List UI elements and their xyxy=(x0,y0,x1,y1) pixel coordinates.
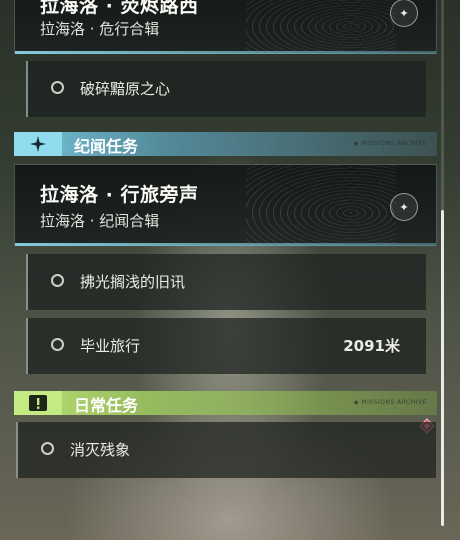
objective-circle-icon xyxy=(51,274,64,287)
exclamation-icon xyxy=(14,391,62,415)
compass-icon[interactable]: ✦ xyxy=(390,0,418,27)
card-accent-line xyxy=(15,243,436,246)
objective-distance: 2091米 xyxy=(343,337,400,355)
topographic-pattern xyxy=(246,165,396,245)
category-label: 纪闻任务 xyxy=(74,137,139,156)
objective-row[interactable]: 破碎黯原之心 xyxy=(26,61,426,117)
category-banner-lore: 纪闻任务 ◆ MISSIONS ARCHIVE xyxy=(14,132,437,156)
objective-label: 破碎黯原之心 xyxy=(80,80,171,98)
objective-row[interactable]: 消灭残象 xyxy=(16,422,436,478)
quest-title: 拉海洛 · 行旅旁声 xyxy=(40,184,199,206)
topographic-pattern xyxy=(246,0,396,53)
category-tag: ◆ MISSIONS ARCHIVE xyxy=(353,140,427,147)
quest-subtitle: 拉海洛 · 纪闻合辑 xyxy=(40,212,160,230)
objective-circle-icon xyxy=(51,338,64,351)
objective-label: 消灭残象 xyxy=(70,441,131,459)
compass-icon[interactable]: ✦ xyxy=(390,193,418,221)
card-accent-line xyxy=(15,51,436,54)
objective-circle-icon xyxy=(41,442,54,455)
category-tag: ◆ MISSIONS ARCHIVE xyxy=(353,399,427,406)
objective-label: 拂光搁浅的旧讯 xyxy=(80,273,186,291)
objective-row[interactable]: 拂光搁浅的旧讯 xyxy=(26,254,426,310)
quest-card-lore[interactable]: 拉海洛 · 行旅旁声 拉海洛 · 纪闻合辑 ✦ xyxy=(14,164,437,246)
category-banner-daily: 日常任务 ◆ MISSIONS ARCHIVE xyxy=(14,391,437,415)
quest-card-top[interactable]: 拉海洛 · 荧烬路西 拉海洛 · 危行合辑 ✦ xyxy=(14,0,437,54)
quest-title: 拉海洛 · 荧烬路西 xyxy=(40,0,199,17)
sparkle-icon xyxy=(14,132,62,156)
objective-row[interactable]: 毕业旅行 2091米 xyxy=(26,318,426,374)
quest-subtitle: 拉海洛 · 危行合辑 xyxy=(40,20,160,38)
scrollbar-thumb[interactable] xyxy=(441,210,444,526)
category-label: 日常任务 xyxy=(74,396,139,415)
objective-circle-icon xyxy=(51,81,64,94)
objective-label: 毕业旅行 xyxy=(80,337,141,355)
